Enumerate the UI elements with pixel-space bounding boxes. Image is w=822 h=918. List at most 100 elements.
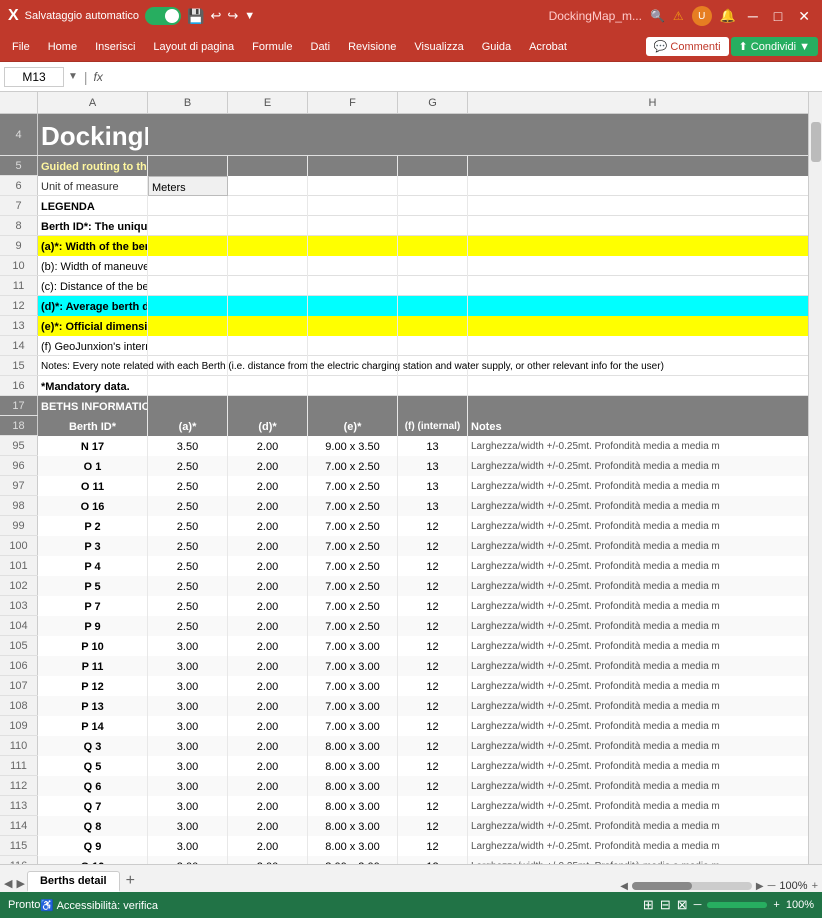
dimension-cell[interactable]: 8.00 x 3.00 — [308, 756, 398, 776]
autosave-toggle[interactable] — [145, 7, 181, 25]
internal-cell[interactable]: 12 — [398, 576, 468, 596]
internal-cell[interactable]: 12 — [398, 676, 468, 696]
berth-id-cell[interactable]: P 7 — [38, 596, 148, 616]
notes-cell[interactable]: Larghezza/width +/-0.25mt. Profondità me… — [468, 436, 822, 456]
berth-id-cell[interactable]: Q 9 — [38, 836, 148, 856]
menu-revisione[interactable]: Revisione — [340, 37, 404, 57]
width-cell[interactable]: 2.50 — [148, 476, 228, 496]
menu-acrobat[interactable]: Acrobat — [521, 37, 575, 57]
depth-cell[interactable]: 2.00 — [228, 676, 308, 696]
dimension-cell[interactable]: 7.00 x 3.00 — [308, 696, 398, 716]
internal-cell[interactable]: 12 — [398, 596, 468, 616]
col-header-e[interactable]: E — [228, 92, 308, 113]
formula-dropdown-icon[interactable]: ▼ — [68, 71, 78, 82]
width-cell[interactable]: 2.50 — [148, 536, 228, 556]
width-cell[interactable]: 2.50 — [148, 616, 228, 636]
search-icon[interactable]: 🔍 — [650, 9, 665, 23]
notes-cell[interactable]: Larghezza/width +/-0.25mt. Profondità me… — [468, 556, 822, 576]
width-cell[interactable]: 2.50 — [148, 496, 228, 516]
minimize-button[interactable]: ─ — [744, 8, 762, 24]
depth-cell[interactable]: 2.00 — [228, 836, 308, 856]
width-cell[interactable]: 3.00 — [148, 696, 228, 716]
share-button[interactable]: ⬆ Condividi ▼ — [731, 37, 818, 56]
zoom-slider-plus[interactable]: + — [773, 899, 779, 911]
berth-id-cell[interactable]: P 2 — [38, 516, 148, 536]
berth-id-cell[interactable]: Q 8 — [38, 816, 148, 836]
depth-cell[interactable]: 2.00 — [228, 516, 308, 536]
internal-cell[interactable]: 12 — [398, 516, 468, 536]
notification-icon[interactable]: 🔔 — [720, 8, 736, 24]
col-header-h[interactable]: H — [468, 92, 822, 113]
depth-cell[interactable]: 2.00 — [228, 456, 308, 476]
sheet-tab-berths-detail[interactable]: Berths detail — [27, 871, 120, 892]
toolbar-undo-icon[interactable]: ↩ — [210, 8, 221, 24]
internal-cell[interactable]: 13 — [398, 496, 468, 516]
notes-cell[interactable]: Larghezza/width +/-0.25mt. Profondità me… — [468, 516, 822, 536]
dimension-cell[interactable]: 7.00 x 2.50 — [308, 476, 398, 496]
internal-cell[interactable]: 13 — [398, 476, 468, 496]
depth-cell[interactable]: 2.00 — [228, 816, 308, 836]
width-cell[interactable]: 2.50 — [148, 516, 228, 536]
dimension-cell[interactable]: 8.00 x 3.00 — [308, 776, 398, 796]
berth-id-cell[interactable]: Q 3 — [38, 736, 148, 756]
depth-cell[interactable]: 2.00 — [228, 536, 308, 556]
col-header-f[interactable]: F — [308, 92, 398, 113]
notes-cell[interactable]: Larghezza/width +/-0.25mt. Profondità me… — [468, 736, 822, 756]
notes-cell[interactable]: Larghezza/width +/-0.25mt. Profondità me… — [468, 536, 822, 556]
width-cell[interactable]: 3.00 — [148, 636, 228, 656]
width-cell[interactable]: 2.50 — [148, 456, 228, 476]
dimension-cell[interactable]: 7.00 x 3.00 — [308, 636, 398, 656]
scroll-right-icon[interactable]: ▶ — [756, 881, 764, 892]
restore-button[interactable]: □ — [770, 8, 786, 24]
depth-cell[interactable]: 2.00 — [228, 616, 308, 636]
depth-cell[interactable]: 2.00 — [228, 796, 308, 816]
scrollbar-thumb[interactable] — [811, 122, 821, 162]
internal-cell[interactable]: 12 — [398, 836, 468, 856]
berth-id-cell[interactable]: P 9 — [38, 616, 148, 636]
width-cell[interactable]: 3.00 — [148, 816, 228, 836]
internal-cell[interactable]: 13 — [398, 436, 468, 456]
notes-cell[interactable]: Larghezza/width +/-0.25mt. Profondità me… — [468, 496, 822, 516]
internal-cell[interactable]: 13 — [398, 456, 468, 476]
depth-cell[interactable]: 2.00 — [228, 436, 308, 456]
depth-cell[interactable]: 2.00 — [228, 736, 308, 756]
internal-cell[interactable]: 12 — [398, 556, 468, 576]
scroll-left-icon[interactable]: ◀ — [620, 881, 628, 892]
internal-cell[interactable]: 12 — [398, 816, 468, 836]
user-avatar[interactable]: U — [692, 6, 712, 26]
berth-id-cell[interactable]: Q 10 — [38, 856, 148, 864]
width-cell[interactable]: 3.00 — [148, 736, 228, 756]
menu-file[interactable]: File — [4, 37, 38, 57]
depth-cell[interactable]: 2.00 — [228, 756, 308, 776]
dimension-cell[interactable]: 8.00 x 3.00 — [308, 736, 398, 756]
dimension-cell[interactable]: 8.00 x 3.00 — [308, 836, 398, 856]
internal-cell[interactable]: 12 — [398, 756, 468, 776]
width-cell[interactable]: 3.50 — [148, 436, 228, 456]
berth-id-cell[interactable]: O 11 — [38, 476, 148, 496]
dimension-cell[interactable]: 8.00 x 3.00 — [308, 796, 398, 816]
notes-cell[interactable]: Larghezza/width +/-0.25mt. Profondità me… — [468, 776, 822, 796]
depth-cell[interactable]: 2.00 — [228, 556, 308, 576]
width-cell[interactable]: 3.00 — [148, 836, 228, 856]
depth-cell[interactable]: 2.00 — [228, 656, 308, 676]
berth-id-cell[interactable]: P 11 — [38, 656, 148, 676]
berth-id-cell[interactable]: N 17 — [38, 436, 148, 456]
view-page-layout-icon[interactable]: ⊟ — [660, 897, 671, 913]
notes-cell[interactable]: Larghezza/width +/-0.25mt. Profondità me… — [468, 676, 822, 696]
internal-cell[interactable]: 12 — [398, 776, 468, 796]
berth-id-cell[interactable]: O 16 — [38, 496, 148, 516]
col-header-b[interactable]: B — [148, 92, 228, 113]
horizontal-scroll-area[interactable]: ◀ ▶ ─ 100% + — [620, 880, 822, 892]
notes-cell[interactable]: Larghezza/width +/-0.25mt. Profondità me… — [468, 636, 822, 656]
width-cell[interactable]: 2.50 — [148, 576, 228, 596]
berth-id-cell[interactable]: P 4 — [38, 556, 148, 576]
unit-value-cell[interactable]: Meters — [148, 176, 228, 196]
internal-cell[interactable]: 12 — [398, 636, 468, 656]
internal-cell[interactable]: 12 — [398, 696, 468, 716]
dimension-cell[interactable]: 8.00 x 3.00 — [308, 816, 398, 836]
zoom-slider[interactable] — [707, 902, 767, 908]
berth-id-cell[interactable]: P 3 — [38, 536, 148, 556]
notes-cell[interactable]: Larghezza/width +/-0.25mt. Profondità me… — [468, 596, 822, 616]
notes-cell[interactable]: Larghezza/width +/-0.25mt. Profondità me… — [468, 616, 822, 636]
dimension-cell[interactable]: 7.00 x 2.50 — [308, 496, 398, 516]
